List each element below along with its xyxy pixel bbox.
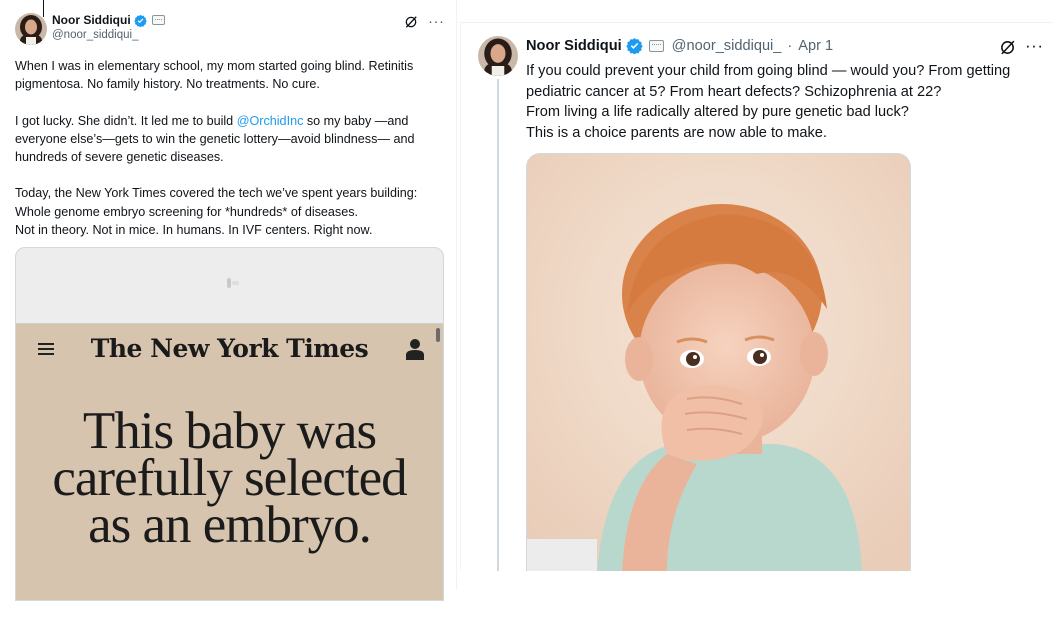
paragraph-2: I got lucky. She didn’t. It led me to bu… xyxy=(15,113,415,164)
tweet-text: When I was in elementary school, my mom … xyxy=(15,57,445,239)
tweet-line-1: If you could prevent your child from goi… xyxy=(526,63,1011,79)
loading-indicator-icon xyxy=(227,278,231,288)
more-options-icon[interactable]: ··· xyxy=(428,13,445,30)
article-headline: This baby was carefully selected as an e… xyxy=(52,402,407,554)
toddler-photo[interactable] xyxy=(526,153,911,571)
affiliation-badge-icon[interactable] xyxy=(151,15,165,25)
avatar-image-icon xyxy=(478,36,518,76)
author-name[interactable]: Noor Siddiqui xyxy=(52,13,131,27)
avatar-image-icon xyxy=(15,13,47,45)
paragraph-3-line-3: Not in theory. Not in mice. In humans. I… xyxy=(15,222,373,237)
account-icon xyxy=(406,339,424,360)
tweet-text: If you could prevent your child from goi… xyxy=(526,61,1046,143)
left-tweet: Noor Siddiqui @noor_siddiqui_ ··· When I… xyxy=(0,0,458,626)
tweet-date[interactable]: Apr 1 xyxy=(798,38,833,54)
tweet-line-4: This is a choice parents are now able to… xyxy=(526,124,827,141)
grok-icon[interactable] xyxy=(999,39,1016,56)
author-handle[interactable]: @noor_siddiqui_ xyxy=(672,38,782,54)
tweet-line-3: From living a life radically altered by … xyxy=(526,104,909,120)
author-name[interactable]: Noor Siddiqui xyxy=(526,38,622,54)
tweet-line-2: pediatric cancer at 5? From heart defect… xyxy=(526,83,942,100)
toddler-photo-icon xyxy=(527,154,910,571)
affiliation-badge-icon[interactable] xyxy=(648,39,664,52)
author-row: Noor Siddiqui xyxy=(52,13,165,27)
author-row: Noor Siddiqui @noor_siddiqui_ · Apr 1 xyxy=(526,37,833,54)
nyt-masthead: The New York Times xyxy=(90,334,369,363)
thread-line xyxy=(497,79,499,571)
more-options-icon[interactable]: ··· xyxy=(1025,36,1043,56)
verified-badge-icon[interactable] xyxy=(625,37,643,54)
paragraph-1: When I was in elementary school, my mom … xyxy=(15,59,414,92)
text-cursor xyxy=(43,0,44,17)
verified-badge-icon[interactable] xyxy=(133,14,147,27)
nyt-screenshot-media[interactable]: The New York Times This baby was careful… xyxy=(15,247,444,601)
separator-dot: · xyxy=(787,37,793,54)
paragraph-3-line-1: Today, the New York Times covered the te… xyxy=(15,186,418,201)
avatar[interactable] xyxy=(15,13,47,45)
author-handle[interactable]: @noor_siddiqui_ xyxy=(52,29,138,41)
grok-icon[interactable] xyxy=(404,15,418,29)
right-tweet: Noor Siddiqui @noor_siddiqui_ · Apr 1 ··… xyxy=(460,22,1053,571)
browser-top-bar xyxy=(16,248,443,324)
avatar[interactable] xyxy=(478,36,518,76)
orchid-mention-link[interactable]: @OrchidInc xyxy=(237,114,304,128)
panel-divider xyxy=(456,0,457,590)
paragraph-3-line-2: Whole genome embryo screening for *hundr… xyxy=(15,204,359,219)
